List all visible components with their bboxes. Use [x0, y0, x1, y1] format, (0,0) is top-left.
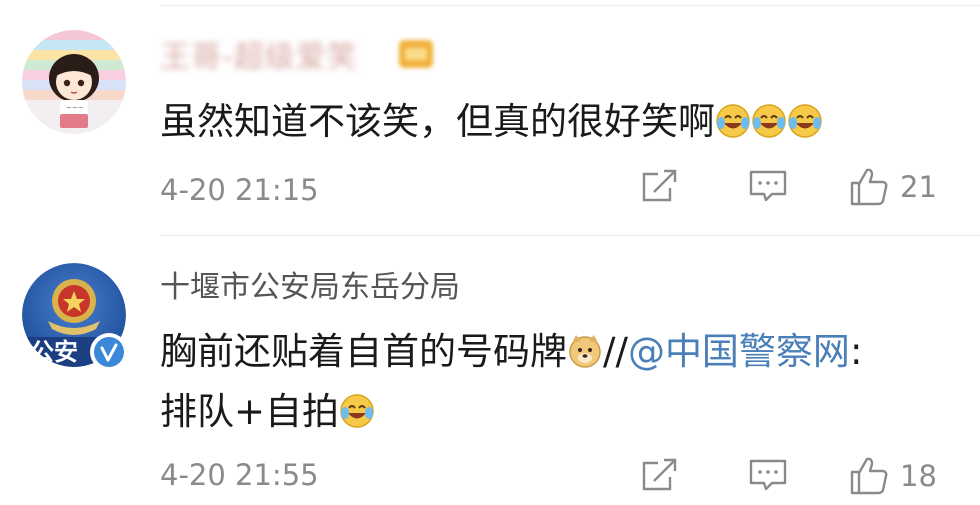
laugh-cry-emoji-icon [715, 103, 751, 139]
comment-text: 虽然知道不该笑，但真的很好笑啊 [160, 92, 960, 152]
comment-text-body: 虽然知道不该笑，但真的很好笑啊 [160, 100, 715, 143]
comment-time: 4-20 21:55 [160, 458, 319, 492]
laugh-cry-emoji-icon [787, 103, 823, 139]
share-icon [642, 169, 677, 202]
like-button[interactable]: 21 [848, 166, 937, 208]
vip-badge-icon [399, 40, 433, 68]
avatar[interactable]: ~~~ [22, 30, 126, 134]
avatar-label: 公安 [30, 338, 78, 365]
mention-link[interactable]: @中国警察网 [628, 330, 850, 373]
reply-icon [749, 459, 787, 491]
comment-text-line: 胸前还贴着自首的号码牌 [160, 330, 567, 373]
thumbs-up-icon [850, 168, 888, 206]
doge-emoji-icon [567, 333, 603, 369]
thumbs-up-icon [850, 457, 888, 495]
username[interactable]: 十堰市公安局东岳分局 [160, 268, 460, 308]
share-button[interactable] [640, 166, 680, 206]
text-colon: : [849, 330, 863, 373]
share-button[interactable] [640, 455, 680, 495]
svg-text:~~~: ~~~ [66, 104, 84, 112]
comment-item: 公安 十堰市公安局东岳分局 胸前还贴着自首的号码牌 //@中国警察网: 排队+自拍… [0, 236, 980, 505]
laugh-cry-emoji-icon [751, 103, 787, 139]
like-count: 21 [900, 170, 937, 204]
laugh-cry-emoji-icon [339, 393, 375, 429]
reply-button[interactable] [748, 166, 788, 206]
comment-text: 胸前还贴着自首的号码牌 //@中国警察网: 排队+自拍 [160, 322, 960, 442]
like-count: 18 [900, 459, 937, 493]
username[interactable]: 王哥-超级爱笑 [160, 38, 358, 78]
comment-text-line: 排队+自拍 [160, 390, 340, 433]
comment-item: ~~~ 王哥-超级爱笑 虽然知道不该笑，但真的很好笑啊 4-20 21:15 2… [0, 0, 980, 236]
like-button[interactable]: 18 [848, 455, 937, 497]
share-icon [642, 458, 677, 491]
repost-separator: // [603, 330, 628, 373]
comment-time: 4-20 21:15 [160, 173, 319, 207]
reply-button[interactable] [748, 455, 788, 495]
reply-icon [749, 170, 787, 202]
verified-badge-icon [90, 333, 128, 371]
